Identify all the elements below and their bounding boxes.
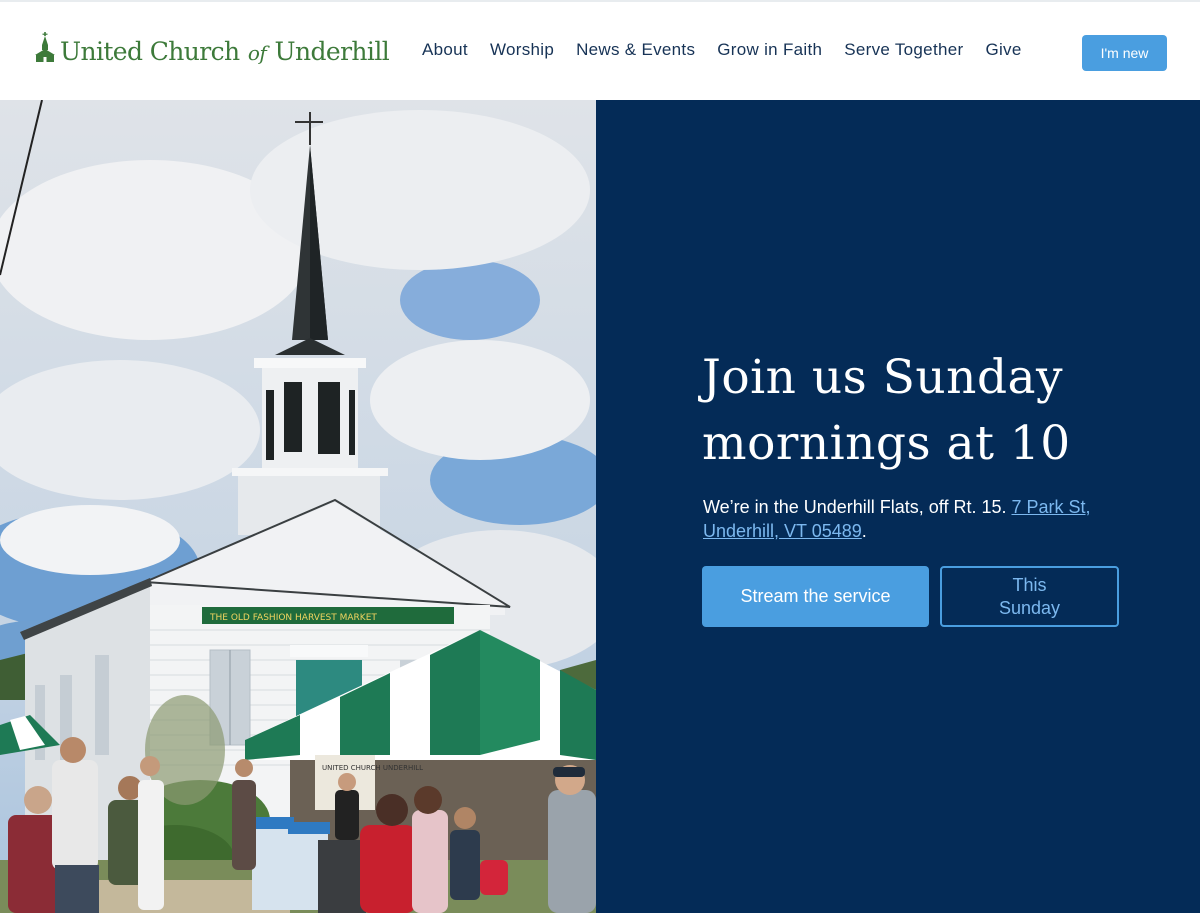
church-photo-illustration: THE OLD FASHION HARVEST MARKET UNITED CH…	[0, 100, 596, 913]
site-logo[interactable]: United Church of Underhill	[35, 32, 390, 66]
nav-item-about[interactable]: About	[422, 40, 468, 60]
logo-wordmark: United Church of Underhill	[60, 37, 390, 66]
this-sunday-button[interactable]: This Sunday	[940, 566, 1119, 627]
hero-description: We’re in the Underhill Flats, off Rt. 15…	[703, 495, 1143, 543]
tent-church-sign: UNITED CHURCH UNDERHILL	[322, 764, 423, 772]
hero-desc-period: .	[861, 521, 867, 541]
logo-text-of: of	[247, 41, 267, 65]
nav-item-grow-in-faith[interactable]: Grow in Faith	[717, 40, 822, 60]
harvest-market-sign: THE OLD FASHION HARVEST MARKET	[209, 613, 377, 623]
nav-item-news-events[interactable]: News & Events	[576, 40, 695, 60]
hero-title: Join us Sunday mornings at 10	[702, 350, 1071, 471]
nav-item-give[interactable]: Give	[985, 40, 1021, 60]
nav-item-worship[interactable]: Worship	[490, 40, 554, 60]
nav-item-serve-together[interactable]: Serve Together	[844, 40, 963, 60]
stream-service-button[interactable]: Stream the service	[702, 566, 929, 627]
site-header: United Church of Underhill About Worship…	[0, 0, 1200, 100]
church-steeple-icon	[35, 32, 55, 62]
hero-church-photo: THE OLD FASHION HARVEST MARKET UNITED CH…	[0, 100, 596, 913]
hero-panel: Join us Sunday mornings at 10 We’re in t…	[596, 100, 1200, 913]
logo-text-place: Underhill	[274, 37, 390, 66]
logo-text-main: United Church	[60, 37, 240, 66]
hero-location-text: We’re in the Underhill Flats, off Rt. 15…	[703, 497, 1012, 517]
im-new-button[interactable]: I'm new	[1082, 35, 1167, 71]
main-nav: About Worship News & Events Grow in Fait…	[422, 40, 1022, 60]
